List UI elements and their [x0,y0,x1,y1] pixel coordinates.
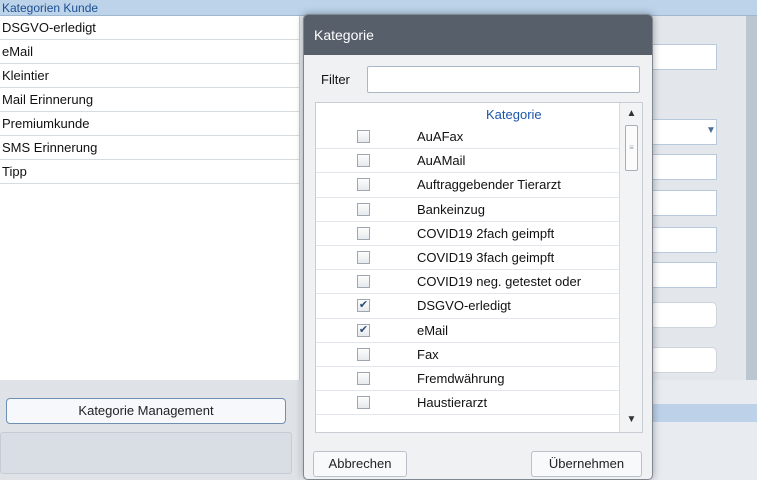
right-scroll-strip [746,16,757,380]
category-label: COVID19 3fach geimpft [417,249,555,265]
table-row[interactable]: COVID19 neg. getestet oder [316,270,619,295]
checkbox[interactable] [357,371,370,385]
table-row[interactable]: Fremdwährung [316,367,619,392]
form-field[interactable] [650,44,717,70]
table-row[interactable]: ✔ DSGVO-erledigt [316,294,619,319]
list-item[interactable]: DSGVO-erledigt [0,16,299,40]
list-item[interactable]: Mail Erinnerung [0,88,299,112]
category-dialog: Kategorie Filter Kategorie AuAFax AuAMail… [303,14,653,480]
table-row[interactable]: Fax [316,343,619,367]
bottom-toolbar [0,432,292,474]
form-field[interactable] [650,347,717,373]
category-label: Haustierarzt [417,395,488,411]
checkbox[interactable] [357,275,370,289]
dialog-titlebar[interactable]: Kategorie [304,15,652,55]
grid-rows: AuAFax AuAMail Auftraggebender Tierarzt Ban… [316,125,619,416]
category-label: COVID19 2fach geimpft [417,225,555,241]
form-field[interactable] [650,154,717,180]
form-field[interactable] [650,302,717,328]
chevron-down-icon: ▼ [706,125,716,136]
category-management-button[interactable]: Kategorie Management [6,398,286,424]
categories-header-title: Kategorien Kunde [2,1,99,15]
checkbox[interactable] [357,250,370,264]
form-field[interactable] [650,190,717,216]
filter-label: Filter [321,72,350,87]
checkbox[interactable] [357,202,370,216]
table-row[interactable]: AuAFax [316,125,619,150]
checkbox[interactable] [357,154,370,168]
checkmark-icon: ✔ [358,323,369,336]
grid-header[interactable]: Kategorie [316,103,619,125]
category-label: Auftraggebender Tierarzt [417,177,561,193]
bottom-right-strip [650,404,757,422]
category-grid: Kategorie AuAFax AuAMail Auftraggebender T… [315,102,643,433]
category-label: Bankeinzug [417,201,485,217]
scroll-up-arrow-icon[interactable]: ▲ [620,105,642,123]
apply-button[interactable]: Übernehmen [531,451,642,477]
list-item[interactable]: Tipp [0,160,299,184]
vertical-scrollbar[interactable]: ▲ ≡ ▼ [619,103,642,432]
form-field[interactable] [650,262,717,288]
category-label: DSGVO-erledigt [417,298,511,314]
scroll-thumb[interactable]: ≡ [625,125,638,171]
table-row[interactable]: COVID19 2fach geimpft [316,222,619,246]
dialog-title: Kategorie [314,27,374,43]
checkbox[interactable] [357,396,370,410]
list-item[interactable]: eMail [0,40,299,64]
checkbox[interactable] [357,347,370,361]
category-label: Fax [417,346,439,362]
checkmark-icon: ✔ [358,299,369,312]
customer-category-list: DSGVO-erledigt eMail Kleintier Mail Erin… [0,16,300,380]
category-label: eMail [417,322,449,338]
checkbox-checked[interactable]: ✔ [357,299,370,313]
category-label: AuAMail [417,153,466,169]
list-item[interactable]: Kleintier [0,64,299,88]
scroll-down-arrow-icon[interactable]: ▼ [620,411,642,429]
column-header-category[interactable]: Kategorie [486,107,542,122]
table-row[interactable]: COVID19 3fach geimpft [316,246,619,271]
checkbox[interactable] [357,178,370,192]
checkbox[interactable] [357,226,370,240]
list-item[interactable]: SMS Erinnerung [0,136,299,160]
category-label: AuAFax [417,129,464,144]
checkbox-checked[interactable]: ✔ [357,323,370,337]
table-row[interactable]: Bankeinzug [316,198,619,222]
category-label: COVID19 neg. getestet oder [417,274,582,290]
table-row[interactable]: AuAMail [316,149,619,174]
list-item[interactable]: Premiumkunde [0,112,299,136]
table-row[interactable]: Haustierarzt [316,391,619,416]
cancel-button[interactable]: Abbrechen [313,451,407,477]
filter-input[interactable] [367,66,640,93]
form-field[interactable] [650,227,717,253]
table-row[interactable]: ✔ eMail [316,319,619,343]
category-label: Fremdwährung [417,370,505,386]
checkbox[interactable] [357,130,370,143]
table-row[interactable]: Auftraggebender Tierarzt [316,173,619,198]
